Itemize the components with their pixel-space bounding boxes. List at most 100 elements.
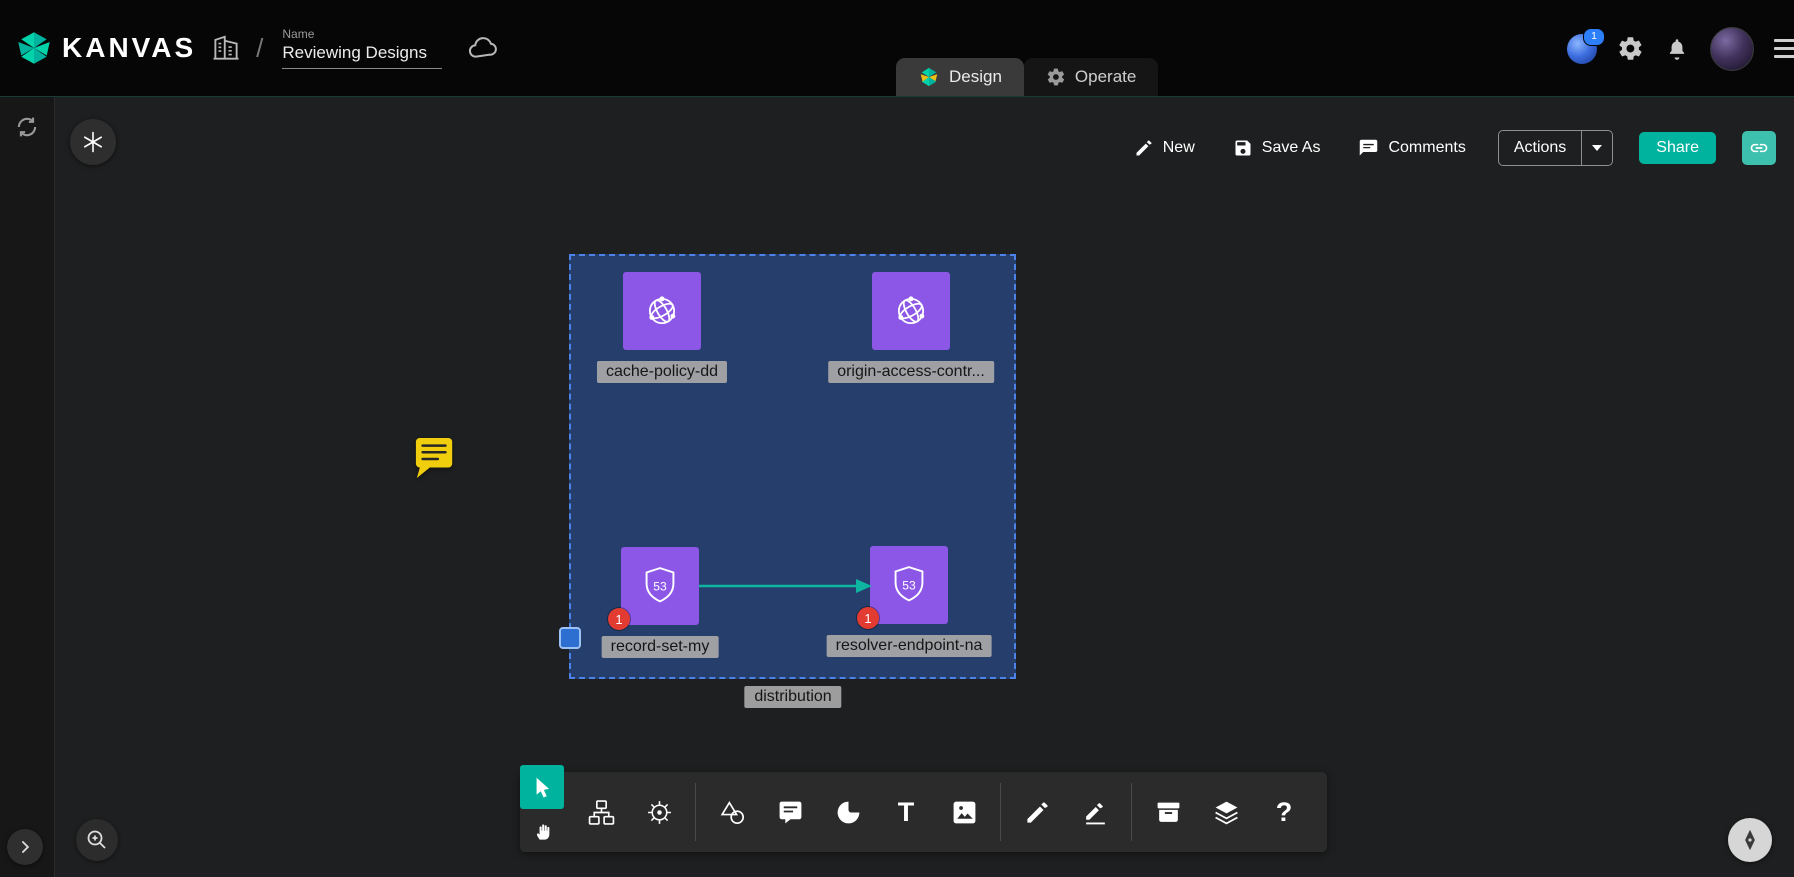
cursor-arrow-icon bbox=[529, 774, 555, 800]
node-record-set[interactable]: 53 1 record-set-my bbox=[621, 547, 699, 625]
shapes-tool-button[interactable] bbox=[703, 781, 761, 843]
settings-gear-icon[interactable] bbox=[1617, 35, 1644, 62]
save-as-label: Save As bbox=[1262, 139, 1321, 157]
toolbar-divider bbox=[1000, 783, 1001, 841]
design-name-field: Name bbox=[282, 27, 442, 69]
pan-tool-button[interactable] bbox=[528, 815, 560, 847]
node-label: origin-access-contr... bbox=[828, 361, 994, 383]
share-button[interactable]: Share bbox=[1639, 132, 1716, 164]
saved-designs-button[interactable] bbox=[1139, 781, 1197, 843]
top-bar: KANVAS / Name bbox=[0, 0, 1794, 97]
node-cache-policy[interactable]: cache-policy-dd bbox=[623, 272, 701, 350]
layers-button[interactable] bbox=[1197, 781, 1255, 843]
selection-handle[interactable] bbox=[559, 627, 581, 649]
chevron-down-icon bbox=[1592, 145, 1602, 151]
save-icon bbox=[1233, 138, 1253, 158]
zoom-in-button[interactable] bbox=[76, 819, 118, 861]
design-canvas[interactable]: New Save As Comments Actions bbox=[54, 97, 1794, 877]
design-tab-icon bbox=[918, 66, 940, 88]
selection-group[interactable]: cache-policy-dd origin-access-contr... bbox=[569, 254, 1016, 679]
cloudfront-globe-icon bbox=[872, 272, 950, 350]
image-tool-button[interactable] bbox=[935, 781, 993, 843]
sticker-icon bbox=[835, 799, 862, 826]
operate-tab-icon bbox=[1046, 67, 1066, 87]
comment-pin-icon[interactable] bbox=[414, 435, 456, 481]
save-as-button[interactable]: Save As bbox=[1227, 137, 1327, 159]
sticker-tool-button[interactable] bbox=[819, 781, 877, 843]
canvas-toolbar: New Save As Comments Actions bbox=[1128, 130, 1776, 166]
pen-nib-button[interactable] bbox=[1728, 818, 1772, 862]
layers-icon bbox=[1213, 799, 1240, 826]
text-tool-button[interactable]: T bbox=[877, 781, 935, 843]
header-right: 1 bbox=[1567, 0, 1794, 97]
helm-wheel-icon bbox=[646, 799, 673, 826]
pen-nib-icon bbox=[1737, 827, 1763, 853]
operate-tab-label: Operate bbox=[1075, 67, 1136, 87]
marker-draw-tool-button[interactable] bbox=[1066, 781, 1124, 843]
notification-count-badge: 1 bbox=[1583, 28, 1605, 46]
text-tool-icon: T bbox=[898, 799, 915, 826]
pencil-draw-tool-button[interactable] bbox=[1008, 781, 1066, 843]
actions-label[interactable]: Actions bbox=[1499, 131, 1581, 165]
shapes-icon bbox=[719, 799, 746, 826]
drawer-icon bbox=[1155, 799, 1182, 826]
asterisk-icon bbox=[81, 130, 105, 154]
expand-sidebar-button[interactable] bbox=[7, 829, 43, 865]
recenter-canvas-button[interactable] bbox=[70, 119, 116, 165]
node-label: record-set-my bbox=[602, 636, 719, 658]
magnifier-plus-icon bbox=[85, 828, 109, 852]
hand-icon bbox=[534, 817, 554, 845]
issue-count-badge[interactable]: 1 bbox=[857, 607, 879, 629]
image-icon bbox=[951, 799, 978, 826]
pointer-tools-column bbox=[520, 772, 572, 852]
node-label: resolver-endpoint-na bbox=[827, 635, 992, 657]
user-avatar[interactable] bbox=[1710, 27, 1754, 71]
design-name-label: Name bbox=[282, 27, 442, 41]
comment-icon bbox=[1358, 138, 1379, 159]
comment-tool-button[interactable] bbox=[761, 781, 819, 843]
edge-arrow[interactable] bbox=[689, 572, 889, 600]
issue-count-badge[interactable]: 1 bbox=[608, 608, 630, 630]
cloud-sync-icon[interactable] bbox=[467, 32, 499, 64]
help-button[interactable]: ? bbox=[1255, 781, 1313, 843]
new-design-button[interactable]: New bbox=[1128, 137, 1201, 159]
actions-split-button[interactable]: Actions bbox=[1498, 130, 1613, 166]
tab-design[interactable]: Design bbox=[896, 58, 1024, 96]
sync-dock-icon[interactable] bbox=[13, 113, 41, 141]
toolbar-divider bbox=[1131, 783, 1132, 841]
pencil-icon bbox=[1024, 799, 1051, 826]
app-title: KANVAS bbox=[62, 32, 196, 64]
toolbar-divider bbox=[695, 783, 696, 841]
link-icon bbox=[1749, 138, 1769, 158]
route53-shield-icon: 53 bbox=[621, 547, 699, 625]
svg-text:53: 53 bbox=[902, 578, 916, 592]
copy-link-button[interactable] bbox=[1742, 131, 1776, 165]
cloud-profile-icon[interactable]: 1 bbox=[1567, 34, 1597, 64]
notifications-bell-icon[interactable] bbox=[1664, 36, 1690, 62]
kanvas-logo[interactable]: KANVAS bbox=[16, 30, 196, 66]
kanvas-logo-icon bbox=[16, 30, 52, 66]
workflow-icon bbox=[588, 799, 615, 826]
comments-button[interactable]: Comments bbox=[1352, 137, 1471, 160]
header-left: KANVAS / Name bbox=[0, 27, 499, 69]
help-icon: ? bbox=[1276, 799, 1293, 826]
design-tab-label: Design bbox=[949, 67, 1002, 87]
group-label[interactable]: distribution bbox=[744, 686, 841, 708]
share-label: Share bbox=[1656, 139, 1699, 157]
helm-tool-button[interactable] bbox=[630, 781, 688, 843]
components-tool-button[interactable] bbox=[572, 781, 630, 843]
actions-dropdown-toggle[interactable] bbox=[1581, 131, 1612, 165]
new-label: New bbox=[1163, 139, 1195, 157]
svg-text:53: 53 bbox=[653, 579, 667, 593]
select-tool-button[interactable] bbox=[520, 765, 564, 809]
organization-icon[interactable] bbox=[211, 33, 241, 63]
breadcrumb-separator: / bbox=[256, 33, 263, 64]
hamburger-menu-icon[interactable] bbox=[1774, 39, 1794, 58]
tab-operate[interactable]: Operate bbox=[1024, 58, 1158, 96]
design-name-input[interactable] bbox=[282, 42, 442, 69]
tools-toolbar: T bbox=[520, 772, 1327, 852]
comments-label: Comments bbox=[1388, 139, 1465, 157]
comment-bubble-icon bbox=[777, 799, 804, 826]
node-origin-access-control[interactable]: origin-access-contr... bbox=[872, 272, 950, 350]
mode-tabs: Design Operate bbox=[896, 58, 1158, 96]
